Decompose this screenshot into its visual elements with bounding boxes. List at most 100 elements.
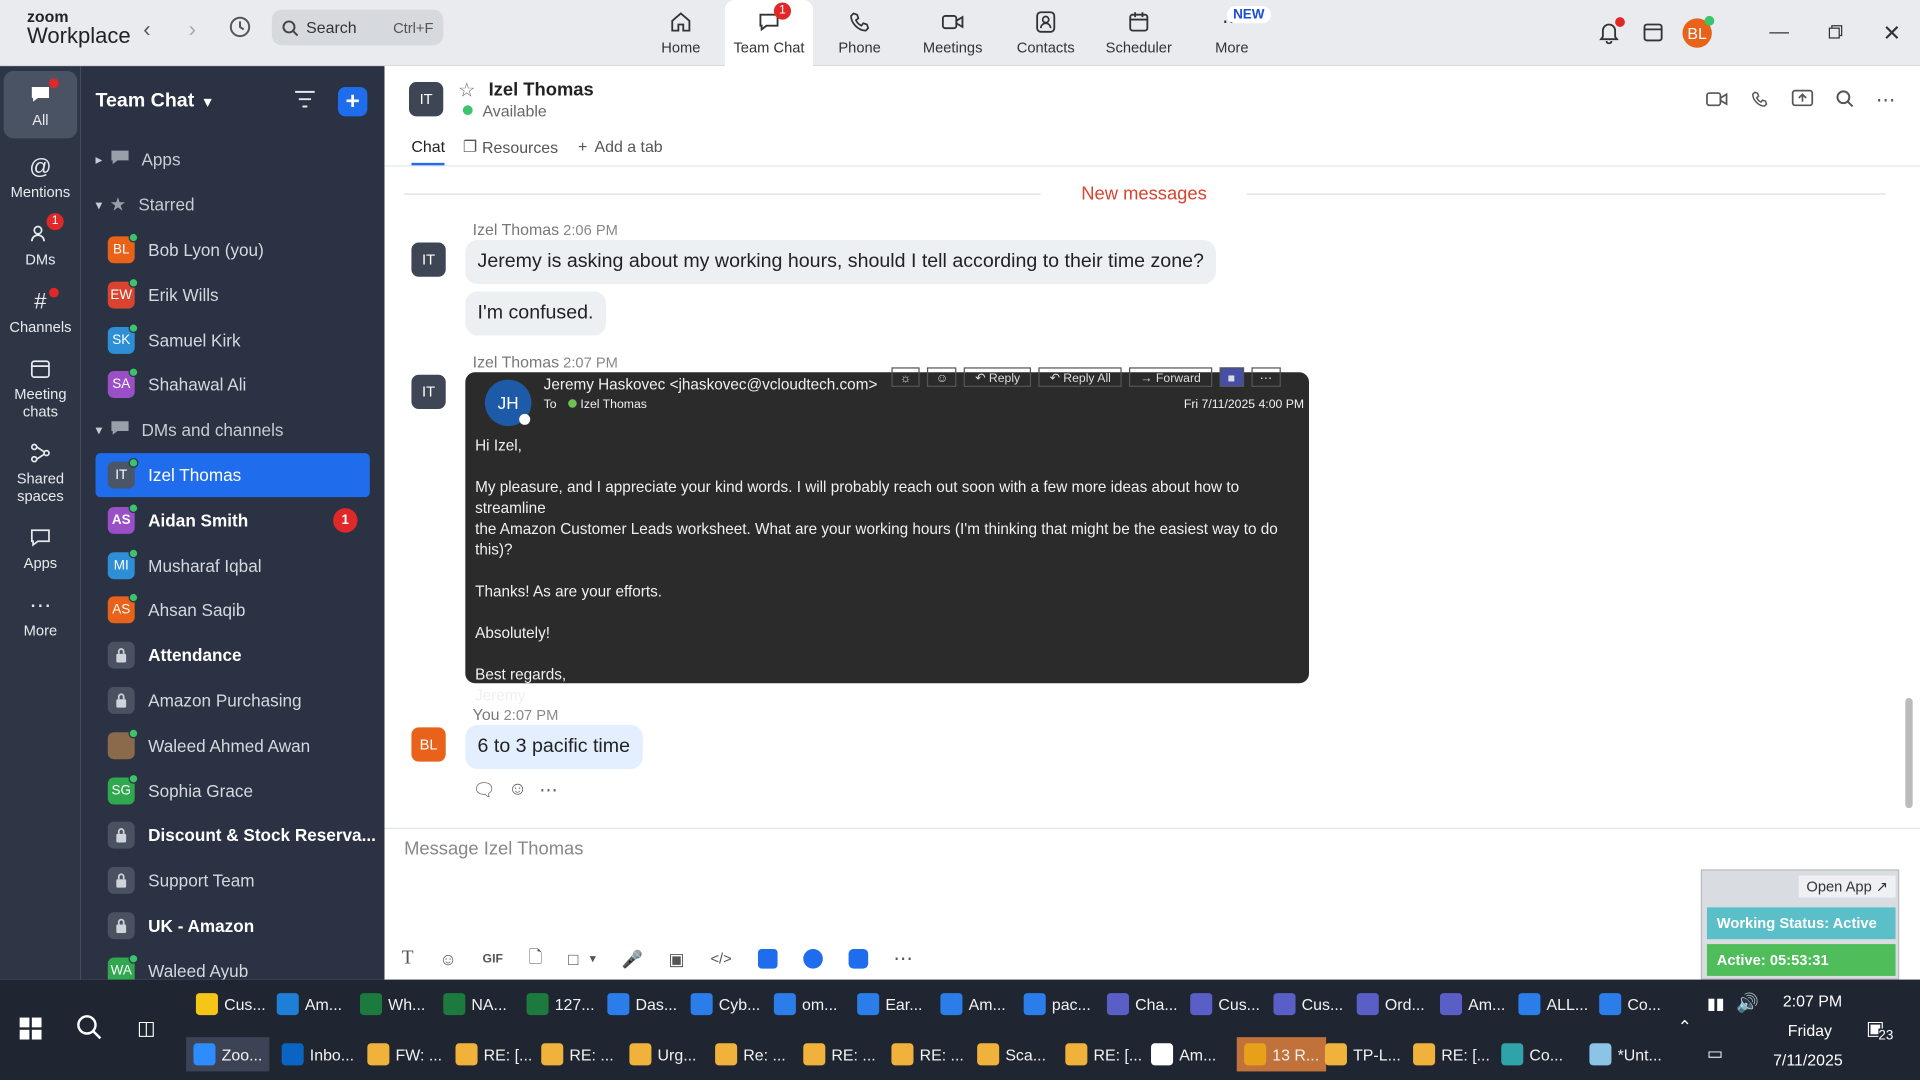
taskbar-app-button[interactable]: RE: ... — [891, 1037, 964, 1071]
taskbar-search-icon[interactable] — [76, 1014, 103, 1045]
taskbar-app-button[interactable]: Wh... — [360, 987, 425, 1021]
sidebar-item[interactable]: SA Shahawal Ali — [81, 362, 385, 407]
taskbar-app-button[interactable]: Cus... — [1273, 987, 1343, 1021]
bell-icon[interactable] — [1597, 16, 1625, 47]
sidebar-item[interactable]: Waleed Ahmed Awan — [81, 723, 385, 768]
rail-item-shared-spaces[interactable]: Shared spaces — [0, 430, 81, 514]
rail-item-meeting-chats[interactable]: Meeting chats — [0, 345, 81, 429]
email-screenshot-image[interactable]: JH Jeremy Haskovec <jhaskovec@vcloudtech… — [465, 367, 1309, 704]
sender-avatar[interactable]: IT — [411, 242, 446, 277]
sidebar-section-dms[interactable]: ▾ DMs and channels — [81, 407, 385, 452]
calendar-app-icon[interactable] — [1641, 19, 1665, 47]
emoji-icon[interactable]: ☺ — [439, 949, 457, 969]
chevron-down-icon[interactable]: ▾ — [590, 952, 596, 965]
taskbar-app-button[interactable]: Cus... — [1190, 987, 1260, 1021]
taskbar-app-button[interactable]: 13 R... — [1236, 1037, 1327, 1072]
sidebar-item[interactable]: IT Izel Thomas — [95, 452, 370, 498]
tab-scheduler[interactable]: Scheduler — [1092, 0, 1185, 66]
tab-resources[interactable]: ❐ Resources — [463, 137, 558, 157]
taskbar-app-button[interactable]: RE: ... — [803, 1037, 876, 1071]
taskbar-app-button[interactable]: Re: ... — [715, 1037, 786, 1071]
sidebar-item[interactable]: EW Erik Wills — [81, 272, 385, 317]
sidebar-section-starred[interactable]: ▾ ★ Starred — [81, 182, 385, 227]
new-chat-button[interactable]: + — [337, 86, 368, 117]
search-input[interactable]: Search Ctrl+F — [271, 9, 444, 46]
contact-avatar[interactable]: IT — [408, 82, 444, 117]
windows-start-icon[interactable] — [19, 1017, 42, 1044]
taskbar-app-button[interactable]: *Unt... — [1589, 1037, 1662, 1071]
close-icon[interactable]: ✕ — [1864, 20, 1920, 46]
chevron-down-icon[interactable]: ▾ — [204, 93, 211, 110]
notification-center-icon[interactable]: ▣ 23 — [1866, 1016, 1894, 1044]
taskbar-app-button[interactable]: Am... — [1151, 1037, 1216, 1071]
sidebar-item[interactable]: AS Ahsan Saqib — [81, 588, 385, 633]
taskbar-app-button[interactable]: Cyb... — [690, 987, 760, 1021]
my-avatar[interactable]: BL — [411, 727, 446, 762]
phone-call-icon[interactable] — [1750, 89, 1770, 112]
taskbar-app-button[interactable]: Das... — [607, 987, 677, 1021]
tab-phone[interactable]: Phone — [813, 0, 906, 66]
history-icon[interactable] — [228, 15, 252, 46]
rail-item-mentions[interactable]: @ Mentions — [0, 143, 81, 210]
app-integration-icon[interactable] — [757, 948, 778, 969]
tab-more[interactable]: ⋯ NEW More — [1185, 0, 1278, 66]
add-reaction-icon[interactable]: ☺ — [508, 779, 527, 801]
taskbar-app-button[interactable]: NA... — [443, 987, 507, 1021]
rail-item-apps[interactable]: Apps — [0, 514, 81, 581]
scrollbar[interactable] — [1905, 697, 1913, 809]
taskbar-app-button[interactable]: Inbo... — [281, 1037, 354, 1071]
rail-item-dms[interactable]: 1 DMs — [0, 211, 81, 278]
message-input[interactable]: Message Izel Thomas — [404, 839, 1702, 876]
restore-icon[interactable] — [1807, 23, 1863, 43]
app-integration-icon[interactable] — [802, 948, 823, 969]
message-more-icon[interactable]: ⋯ — [539, 779, 557, 801]
taskbar-app-button[interactable]: FW: ... — [367, 1037, 442, 1071]
taskbar-app-button[interactable]: RE: [... — [1065, 1037, 1142, 1071]
taskbar-app-button[interactable]: TP-L... — [1324, 1037, 1401, 1071]
taskbar-app-button[interactable]: om... — [773, 987, 837, 1021]
message-sender[interactable]: Izel Thomas — [473, 353, 559, 371]
tab-chat[interactable]: Chat — [411, 137, 446, 166]
chat-search-icon[interactable] — [1836, 89, 1854, 111]
my-message-bubble[interactable]: 6 to 3 pacific time — [465, 724, 643, 769]
taskbar-app-button[interactable]: Am... — [940, 987, 1006, 1021]
share-screen-icon[interactable] — [1791, 89, 1814, 112]
forward-arrow-icon[interactable]: › — [189, 17, 196, 43]
tab-contacts[interactable]: Contacts — [999, 0, 1092, 66]
message-sender[interactable]: Izel Thomas — [473, 220, 559, 238]
taskbar-app-button[interactable]: 127... — [526, 987, 595, 1021]
app-integration-icon[interactable] — [848, 948, 868, 969]
star-outline-icon[interactable]: ☆ — [458, 78, 476, 102]
composer-more-icon[interactable]: ⋯ — [893, 947, 913, 971]
sidebar-item[interactable]: Amazon Purchasing — [81, 678, 385, 723]
taskbar-app-button[interactable]: pac... — [1023, 987, 1091, 1021]
video-message-icon[interactable]: ▣ — [669, 948, 685, 969]
message-bubble[interactable]: Jeremy is asking about my working hours,… — [465, 240, 1217, 285]
desktop-icon[interactable]: ▭ — [1707, 1043, 1723, 1064]
file-icon[interactable]: 🗋 — [529, 944, 543, 973]
minimize-icon[interactable]: — — [1751, 22, 1807, 44]
tab-team-chat[interactable]: 1 Team Chat — [724, 0, 814, 67]
taskbar-app-button[interactable]: RE: [... — [455, 1037, 532, 1071]
taskbar-app-button[interactable]: Co... — [1599, 987, 1661, 1021]
taskbar-app-button[interactable]: Urg... — [629, 1037, 696, 1071]
sidebar-item[interactable]: AS Aidan Smith 1 — [81, 498, 385, 543]
sender-avatar[interactable]: IT — [411, 374, 446, 409]
code-icon[interactable]: </> — [710, 950, 731, 967]
sidebar-item[interactable]: BL Bob Lyon (you) — [81, 227, 385, 272]
rail-item-more[interactable]: ⋯ More — [0, 582, 81, 649]
user-avatar[interactable]: BL — [1682, 15, 1715, 48]
contact-name[interactable]: Izel Thomas — [489, 80, 594, 101]
rail-item-all[interactable]: All — [3, 71, 78, 139]
taskbar-app-button[interactable]: Ear... — [857, 987, 922, 1021]
rail-item-channels[interactable]: # Channels — [0, 278, 81, 345]
battery-icon[interactable]: ▮▮ — [1707, 994, 1725, 1014]
taskbar-app-button[interactable]: Cha... — [1106, 987, 1178, 1021]
task-view-icon[interactable]: ◫ — [137, 1016, 156, 1040]
taskbar-app-button[interactable]: Am... — [276, 987, 342, 1021]
taskbar-app-button[interactable]: Am... — [1440, 987, 1505, 1021]
more-options-icon[interactable]: ⋯ — [1876, 88, 1896, 112]
taskbar-app-button[interactable]: Co... — [1501, 1037, 1563, 1071]
taskbar-app-button[interactable]: Zoo... — [186, 1037, 270, 1072]
tab-home[interactable]: Home — [637, 0, 725, 66]
